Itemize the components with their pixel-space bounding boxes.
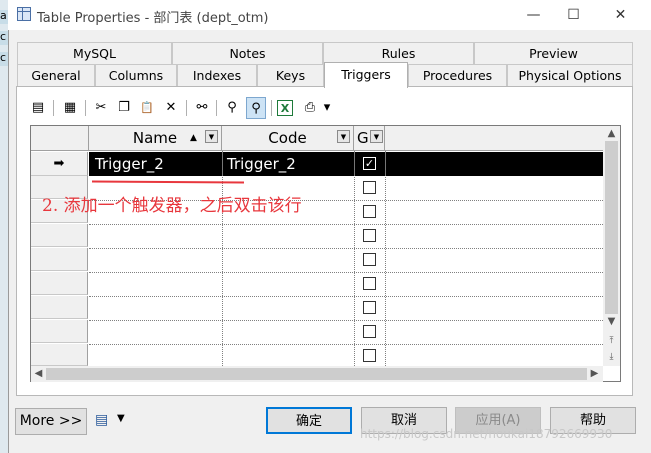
close-button[interactable]: ✕ — [598, 0, 643, 30]
minimize-button[interactable]: — — [511, 0, 556, 30]
column-header-name[interactable]: Name ▲ ▼ — [89, 126, 222, 151]
tab-columns[interactable]: Columns — [95, 64, 177, 86]
checkbox-g-checked[interactable]: ✓ — [363, 157, 376, 170]
find-icon[interactable]: ⚯ — [192, 97, 212, 119]
grid-row-line — [89, 248, 603, 249]
grid-row-line — [89, 296, 603, 297]
checkbox-g[interactable] — [363, 301, 376, 314]
tab-mysql[interactable]: MySQL — [17, 42, 172, 64]
row-selector-current[interactable]: ➡ — [31, 152, 88, 176]
scroll-down-icon[interactable]: ▼ — [605, 314, 618, 330]
more-button[interactable]: More >> — [15, 408, 87, 435]
dropdown-icon[interactable]: ▾ — [320, 97, 334, 119]
cell-code[interactable]: Trigger_2 — [227, 152, 296, 176]
watermark-text: https://blog.csdn.net/houkai18792669930 — [360, 427, 613, 441]
scroll-up-icon[interactable]: ▲ — [605, 126, 618, 142]
add-row-icon[interactable]: ▦ — [60, 97, 80, 119]
toolbar-separator — [85, 100, 86, 116]
background-line: c — [0, 51, 8, 66]
row-selector[interactable] — [31, 272, 88, 295]
maximize-button[interactable]: ☐ — [551, 0, 596, 30]
column-header-g[interactable]: G ▼ — [354, 126, 385, 151]
copy-icon[interactable]: ❐ — [114, 97, 134, 119]
paste-icon[interactable]: 📋 — [137, 97, 157, 119]
row-selector[interactable] — [31, 224, 88, 247]
properties-icon[interactable]: ▤ — [28, 97, 48, 119]
tab-triggers[interactable]: Triggers — [324, 62, 408, 88]
background-line: a — [0, 9, 8, 24]
grid-row-line — [89, 344, 603, 345]
grid-row-line — [89, 224, 603, 225]
checkbox-g[interactable] — [363, 277, 376, 290]
cell-name[interactable]: Trigger_2 — [95, 152, 164, 176]
tab-notes[interactable]: Notes — [172, 42, 323, 64]
grid-row-line — [89, 320, 603, 321]
grid-col-line — [385, 151, 386, 368]
checkbox-g[interactable] — [363, 229, 376, 242]
column-filter-dropdown-icon[interactable]: ▼ — [205, 130, 218, 143]
grid-row-line — [89, 272, 603, 273]
window-mode-icon[interactable]: ▤ — [95, 412, 111, 430]
grid-corner-header — [31, 126, 89, 151]
tab-physical-options[interactable]: Physical Options — [507, 64, 633, 86]
grid-col-line — [354, 151, 355, 368]
toolbar-separator — [216, 100, 217, 116]
filter-clear-icon[interactable]: ⚲ — [246, 97, 266, 119]
excel-icon[interactable]: X — [277, 100, 293, 116]
chevron-down-icon[interactable]: ▼ — [117, 413, 125, 424]
toolbar-separator — [186, 100, 187, 116]
checkbox-g[interactable] — [363, 325, 376, 338]
row-selector[interactable] — [31, 296, 88, 319]
grid-toolbar: ▤ ▦ ✂ ❐ 📋 ✕ ⚯ ⚲ ⚲ X ⎙ ▾ — [28, 97, 343, 121]
ok-button[interactable]: 确定 — [266, 407, 352, 434]
tab-procedures[interactable]: Procedures — [408, 64, 507, 86]
checkbox-g[interactable] — [363, 253, 376, 266]
tab-preview[interactable]: Preview — [474, 42, 633, 64]
column-filter-dropdown-icon[interactable]: ▼ — [337, 130, 350, 143]
toolbar-separator — [53, 100, 54, 116]
background-line: c — [0, 30, 8, 45]
column-filter-dropdown-icon[interactable]: ▼ — [370, 130, 383, 143]
column-header-label: Name — [132, 129, 178, 147]
checkbox-g[interactable] — [363, 349, 376, 362]
cut-icon[interactable]: ✂ — [91, 97, 111, 119]
selected-row-divider — [222, 152, 223, 176]
row-selector[interactable] — [31, 248, 88, 271]
row-selector[interactable] — [31, 320, 88, 343]
tab-keys[interactable]: Keys — [257, 64, 324, 86]
grid-header-filler — [385, 126, 603, 151]
selected-row-divider — [354, 152, 355, 176]
scroll-left-icon[interactable]: ◀ — [31, 366, 46, 382]
row-selector[interactable] — [31, 344, 88, 366]
tab-rules[interactable]: Rules — [323, 42, 474, 64]
checkbox-g[interactable] — [363, 181, 376, 194]
scroll-top-icon[interactable]: ⤒ — [605, 333, 618, 349]
annotation-text: 2. 添加一个触发器，之后双击该行 — [42, 196, 302, 216]
scroll-right-icon[interactable]: ▶ — [587, 366, 602, 382]
toolbar-separator — [271, 100, 272, 116]
background-editor-strip: a c c — [0, 0, 8, 453]
tab-indexes[interactable]: Indexes — [177, 64, 257, 86]
tab-general[interactable]: General — [17, 64, 95, 86]
print-icon[interactable]: ⎙ — [300, 97, 320, 119]
column-header-code[interactable]: Code ▼ — [222, 126, 354, 151]
checkbox-g[interactable] — [363, 205, 376, 218]
table-row-selected[interactable] — [89, 152, 603, 176]
scroll-bottom-icon[interactable]: ⤓ — [605, 349, 618, 365]
vertical-scroll-thumb[interactable] — [605, 141, 618, 314]
delete-icon[interactable]: ✕ — [161, 97, 181, 119]
window-title: Table Properties - 部门表 (dept_otm) — [37, 11, 269, 26]
filter-icon[interactable]: ⚲ — [222, 97, 242, 119]
sort-asc-icon: ▲ — [190, 133, 197, 143]
grid-col-line — [222, 151, 223, 368]
table-icon — [17, 7, 31, 21]
selected-row-divider — [385, 152, 386, 176]
column-header-label: G — [357, 129, 369, 147]
horizontal-scroll-thumb[interactable] — [46, 368, 587, 380]
column-header-label: Code — [268, 129, 307, 147]
